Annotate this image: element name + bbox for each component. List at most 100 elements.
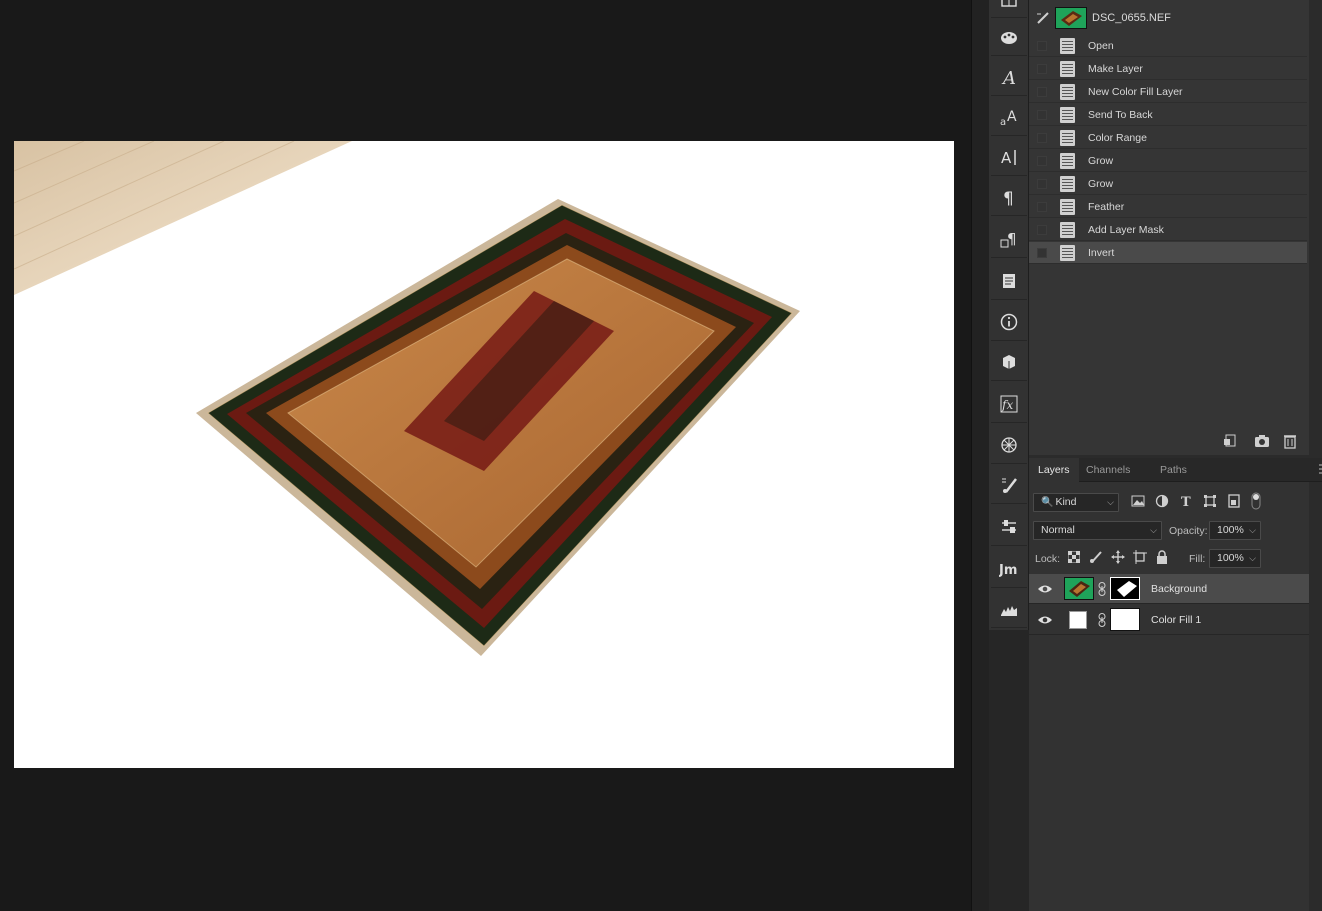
paragraph-icon[interactable]: ¶ — [991, 178, 1027, 216]
layer-row-color-fill-1[interactable]: Color Fill 1 — [1029, 605, 1309, 635]
history-item-send-to-back[interactable]: Send To Back — [1029, 104, 1307, 126]
image-filter-icon[interactable] — [1131, 494, 1145, 508]
history-item-label: Open — [1088, 40, 1114, 52]
layer-name[interactable]: Color Fill 1 — [1151, 614, 1201, 626]
history-checkbox[interactable] — [1037, 133, 1047, 143]
glyphs-icon[interactable]: aA — [991, 98, 1027, 136]
lock-position-move-icon[interactable] — [1111, 550, 1125, 564]
layer-mask-thumbnail[interactable] — [1110, 608, 1140, 631]
eye-icon[interactable] — [1037, 614, 1053, 626]
svg-text:¶: ¶ — [1003, 189, 1014, 207]
history-brush-icon[interactable] — [1035, 10, 1051, 26]
tab-layers[interactable]: Layers — [1029, 458, 1079, 482]
3d-icon[interactable] — [991, 343, 1027, 381]
history-checkbox[interactable] — [1037, 110, 1047, 120]
history-checkbox[interactable] — [1037, 248, 1047, 258]
fill-color-swatch[interactable] — [1069, 611, 1087, 629]
fill-input[interactable]: 100% ⌵ — [1209, 549, 1261, 568]
layer-mask-thumbnail[interactable] — [1110, 577, 1140, 600]
chevron-down-icon: ⌵ — [1249, 553, 1256, 563]
history-state-icon — [1060, 107, 1075, 123]
filter-toggle-icon[interactable] — [1249, 492, 1263, 510]
shape-filter-icon[interactable] — [1203, 494, 1217, 508]
lock-transparency-icon[interactable] — [1067, 550, 1081, 564]
jm-plugin-icon[interactable]: Jm — [991, 550, 1027, 588]
svg-text:a: a — [1000, 117, 1006, 127]
history-checkbox[interactable] — [1037, 64, 1047, 74]
brush-settings-icon[interactable] — [991, 466, 1027, 504]
paragraph-style-icon[interactable]: ¶ — [991, 220, 1027, 258]
character-style-icon[interactable]: A — [991, 58, 1027, 96]
history-item-label: New Color Fill Layer — [1088, 86, 1183, 98]
history-state-icon — [1060, 130, 1075, 146]
history-item-grow[interactable]: Grow — [1029, 150, 1307, 172]
history-item-label: Send To Back — [1088, 109, 1153, 121]
tab-channels[interactable]: Channels — [1077, 458, 1139, 482]
history-item-make-layer[interactable]: Make Layer — [1029, 58, 1307, 80]
snapshot-thumbnail — [1055, 7, 1087, 29]
fx-icon[interactable]: fx — [991, 385, 1027, 423]
history-checkbox[interactable] — [1037, 156, 1047, 166]
notes-icon[interactable] — [991, 262, 1027, 300]
eye-icon[interactable] — [1037, 583, 1053, 595]
history-item-label: Add Layer Mask — [1088, 224, 1164, 236]
chevron-down-icon: ⌵ — [1107, 497, 1114, 507]
fill-value: 100% — [1217, 552, 1244, 564]
history-item-grow-2[interactable]: Grow — [1029, 173, 1307, 195]
layer-name[interactable]: Background — [1151, 583, 1207, 595]
lock-artboard-icon[interactable] — [1133, 550, 1147, 564]
lock-all-icon[interactable] — [1155, 550, 1169, 564]
history-item-invert[interactable]: Invert — [1029, 242, 1307, 264]
fill-label: Fill: — [1189, 553, 1206, 565]
history-checkbox[interactable] — [1037, 202, 1047, 212]
adjustment-filter-icon[interactable] — [1155, 494, 1169, 508]
history-checkbox[interactable] — [1037, 87, 1047, 97]
history-checkbox[interactable] — [1037, 41, 1047, 51]
history-item-feather[interactable]: Feather — [1029, 196, 1307, 218]
svg-text:A: A — [1001, 68, 1016, 87]
history-item-add-layer-mask[interactable]: Add Layer Mask — [1029, 219, 1307, 241]
filter-kind-label: Kind — [1055, 496, 1077, 508]
tab-paths[interactable]: Paths — [1151, 458, 1196, 482]
history-snapshot[interactable]: DSC_0655.NEF — [1029, 4, 1309, 32]
history-panel: DSC_0655.NEF Open Make Layer New Color F… — [1029, 0, 1309, 455]
histogram-icon[interactable] — [991, 590, 1027, 628]
properties-icon[interactable] — [991, 508, 1027, 546]
adjustments-icon[interactable] — [991, 426, 1027, 464]
layer-thumbnail[interactable] — [1064, 577, 1094, 600]
history-item-open[interactable]: Open — [1029, 35, 1307, 57]
history-state-icon — [1060, 245, 1075, 261]
opacity-label: Opacity: — [1169, 525, 1208, 537]
type-icon[interactable]: A — [991, 138, 1027, 176]
history-item-new-color-fill-layer[interactable]: New Color Fill Layer — [1029, 81, 1307, 103]
history-item-label: Grow — [1088, 178, 1114, 190]
svg-text:Jm: Jm — [999, 563, 1017, 578]
link-icon[interactable] — [1097, 613, 1107, 627]
trash-icon[interactable] — [1282, 433, 1298, 449]
svg-text:T: T — [1181, 495, 1191, 508]
info-icon[interactable] — [991, 303, 1027, 341]
right-panels: DSC_0655.NEF Open Make Layer New Color F… — [1029, 0, 1322, 911]
grid-icon[interactable] — [991, 0, 1027, 18]
smart-object-filter-icon[interactable] — [1227, 494, 1241, 508]
layer-filter-dropdown[interactable]: 🔍 Kind ⌵ — [1033, 493, 1119, 512]
lock-pixels-brush-icon[interactable] — [1089, 550, 1103, 564]
history-checkbox[interactable] — [1037, 225, 1047, 235]
svg-text:A: A — [1007, 109, 1017, 125]
history-item-color-range[interactable]: Color Range — [1029, 127, 1307, 149]
type-filter-icon[interactable]: T — [1179, 494, 1193, 508]
layer-row-background[interactable]: Background — [1029, 574, 1309, 604]
opacity-input[interactable]: 100% ⌵ — [1209, 521, 1261, 540]
history-checkbox[interactable] — [1037, 179, 1047, 189]
document-image — [14, 141, 800, 656]
chevron-down-icon: ⌵ — [1150, 525, 1157, 535]
link-icon[interactable] — [1097, 582, 1107, 596]
camera-icon[interactable] — [1254, 433, 1270, 449]
canvas-area[interactable] — [0, 0, 971, 911]
palette-icon[interactable] — [991, 18, 1027, 56]
panel-divider[interactable] — [971, 0, 989, 911]
document-canvas[interactable] — [14, 141, 954, 768]
new-document-from-state-icon[interactable] — [1222, 433, 1238, 449]
opacity-value: 100% — [1217, 524, 1244, 536]
blend-mode-dropdown[interactable]: Normal ⌵ — [1033, 521, 1162, 540]
